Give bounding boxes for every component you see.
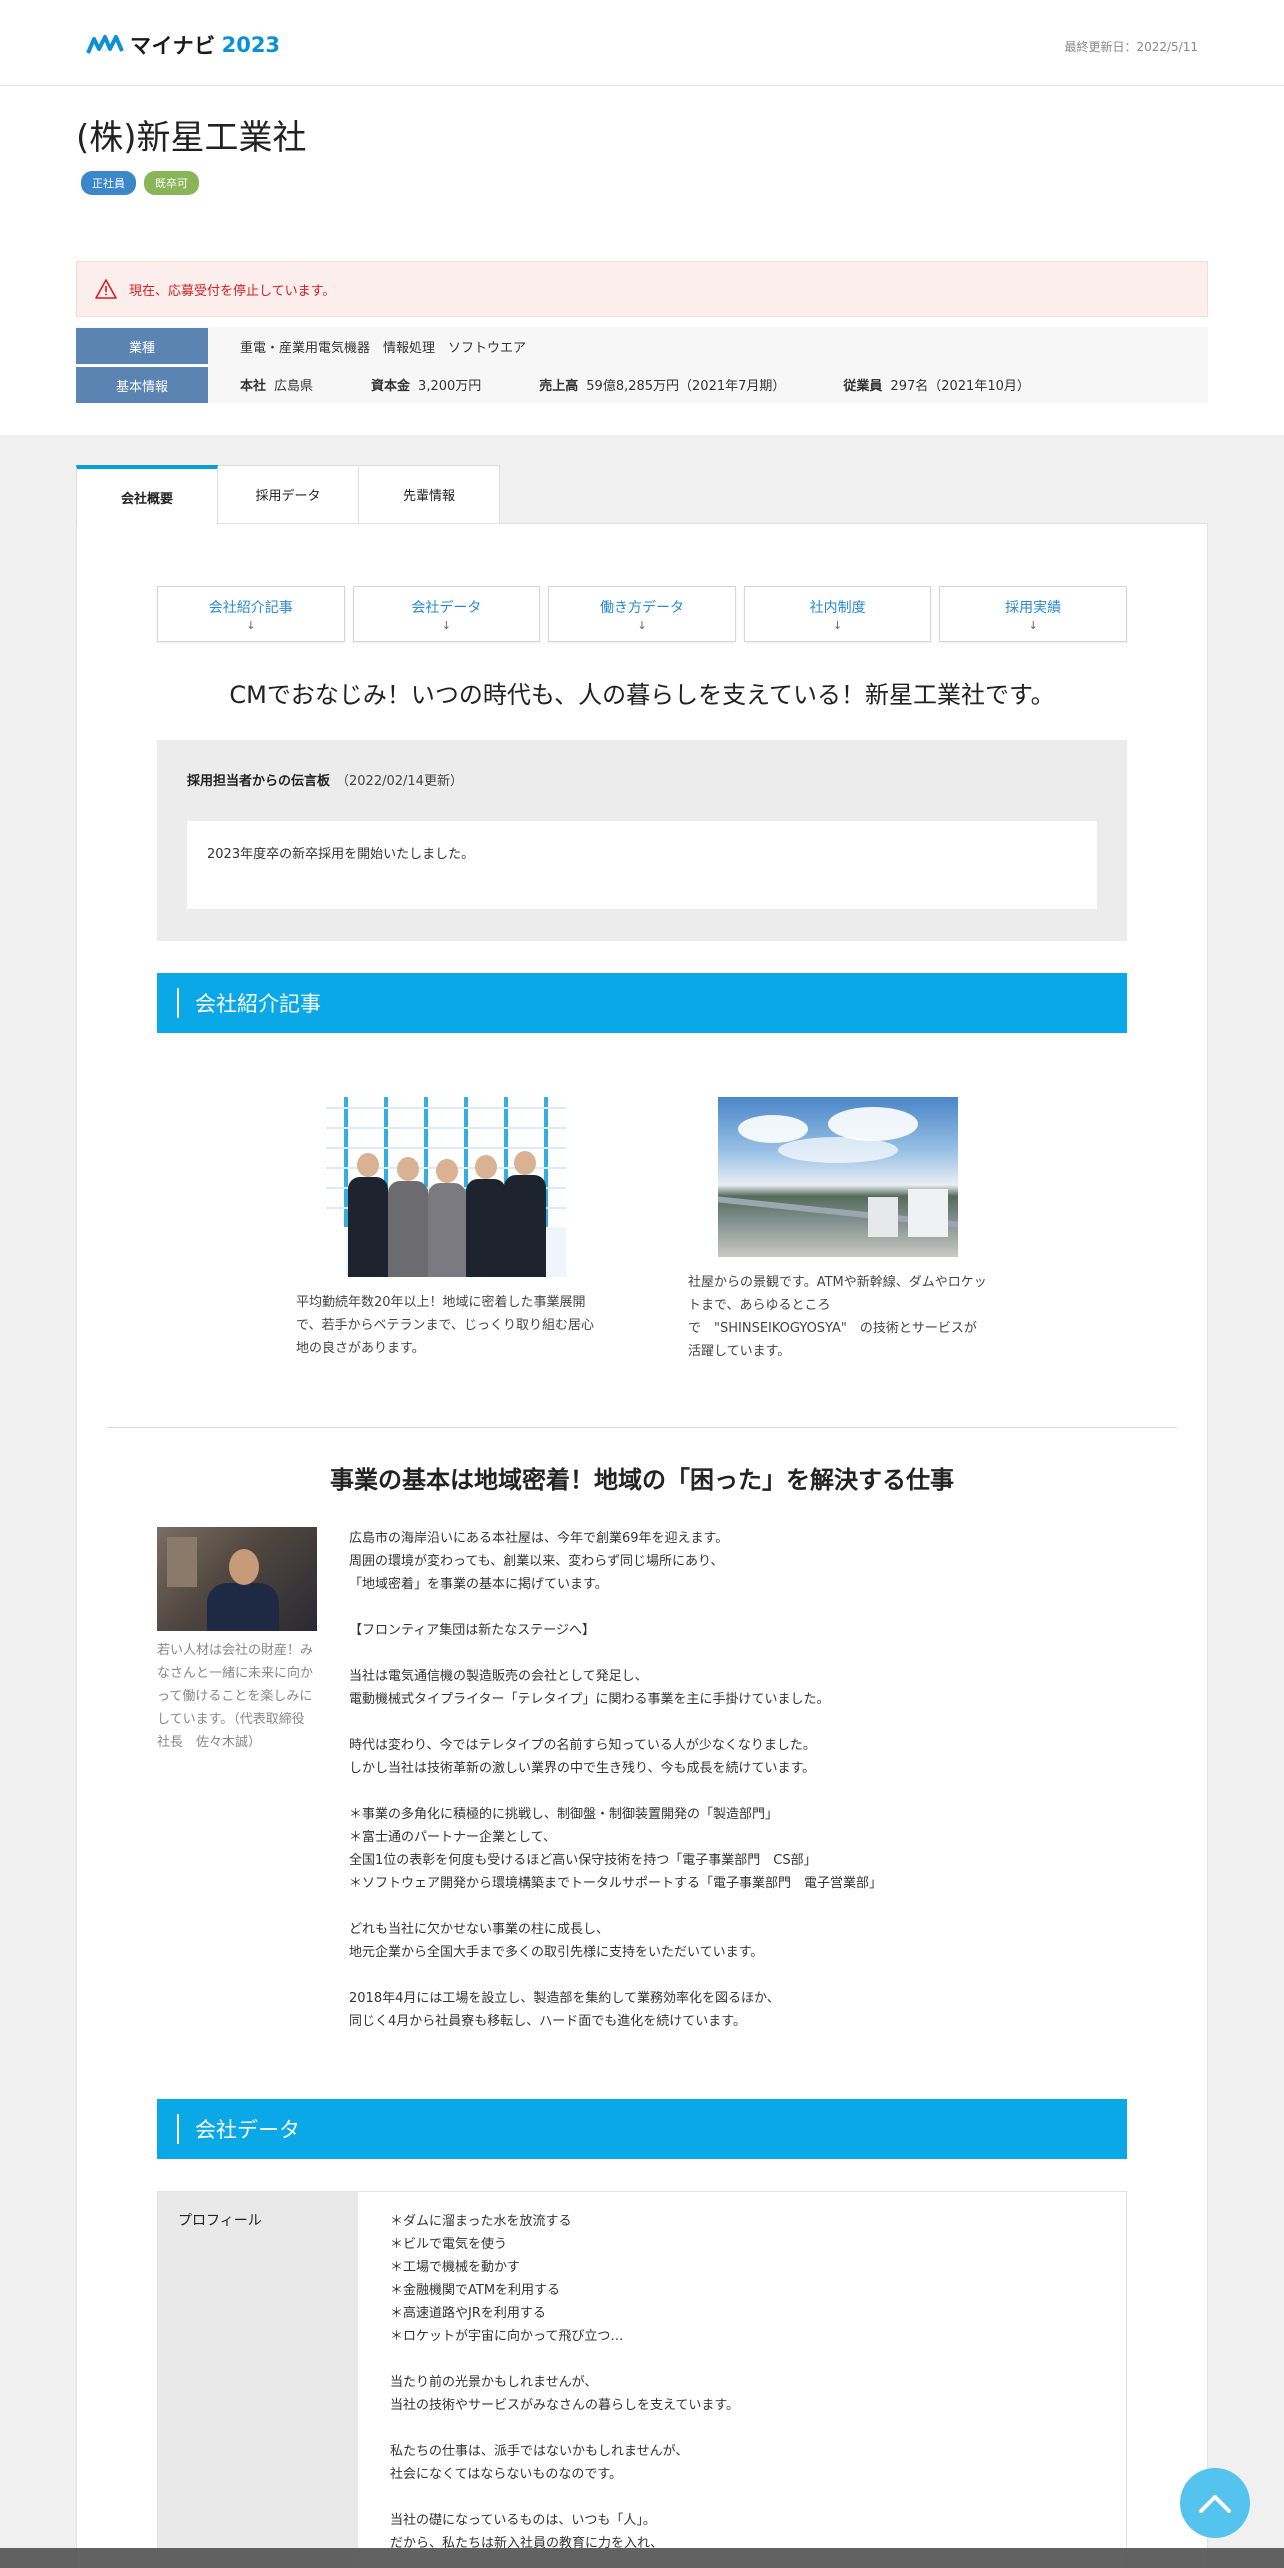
arrow-down-icon: ↓	[832, 618, 843, 632]
arrow-down-icon: ↓	[246, 618, 256, 632]
article-item: 社屋からの景観です。ATMや新幹線、ダムやロケットまで、あらゆるところで "SH…	[688, 1097, 988, 1363]
basic-info-value: 本社 広島県 資本金 3,200万円 売上高 59億8,285万円（2021年7月期）…	[208, 375, 1030, 394]
message-title: 採用担当者からの伝言板 （2022/02/14更新）	[187, 774, 463, 789]
overview-panel: 会社紹介記事 ↓ 会社データ ↓ 働き方データ ↓ 社内制度 ↓ 採用実績 ↓ CMでおな…	[76, 523, 1208, 2568]
anchor-company-articles[interactable]: 会社紹介記事 ↓	[157, 586, 345, 642]
message-body: 2023年度卒の新卒採用を開始いたしました。	[187, 821, 1097, 909]
business-text: 広島市の海岸沿いにある本社屋は、今年で創業69年を迎えます。 周囲の環境が変わっ…	[349, 1531, 883, 2029]
tag-fulltime: 正社員	[81, 171, 136, 195]
arrow-down-icon: ↓	[637, 618, 647, 632]
industry-label: 業種	[76, 328, 208, 364]
tab-senior-info[interactable]: 先輩情報	[358, 465, 500, 523]
tab-company-overview[interactable]: 会社概要	[76, 465, 218, 525]
mynavi-logo[interactable]: マイナビ 2023	[86, 30, 280, 60]
company-name: (株)新星工業社	[76, 118, 307, 158]
chevron-up-icon	[1199, 2495, 1231, 2513]
anchor-work-style-data[interactable]: 働き方データ ↓	[548, 586, 736, 642]
scroll-to-top-button[interactable]	[1180, 2468, 1250, 2538]
anchor-company-data[interactable]: 会社データ ↓	[352, 586, 541, 642]
logo-text: マイナビ	[130, 34, 216, 58]
office-view-photo	[718, 1097, 958, 1257]
site-header: マイナビ 2023 最終更新日：2022/5/11	[0, 0, 1284, 86]
main-content: 会社概要 採用データ 先輩情報 会社紹介記事 ↓ 会社データ ↓ 働き方データ ↓ 社…	[76, 465, 1208, 2568]
tag-graduates-ok: 既卒可	[144, 171, 199, 195]
article-caption: 平均勤続年数20年以上！地域に密着した事業展開で、若手からベテランまで、じっくり…	[296, 1295, 594, 1356]
tab-recruitment-data[interactable]: 採用データ	[217, 465, 359, 523]
section-divider	[107, 1427, 1177, 1428]
profile-text: ＊ダムに溜まった水を放流する ＊ビルで電気を使う ＊工場で機械を動かす ＊金融機…	[390, 2214, 740, 2551]
section-title: 会社紹介記事	[195, 992, 321, 1016]
warning-icon	[95, 279, 117, 299]
catchphrase: CMでおなじみ！いつの時代も、人の暮らしを支えている！新星工業社です。	[229, 681, 1055, 709]
company-info-table: 業種 重電・産業用電気機器 情報処理 ソフトウエア 基本情報 本社 広島県 資本金…	[76, 327, 1208, 403]
recruiter-message-board: 採用担当者からの伝言板 （2022/02/14更新） 2023年度卒の新卒採用を開…	[157, 740, 1127, 941]
basic-info-row: 基本情報 本社 広島県 資本金 3,200万円 売上高 59億8,285万円（2021…	[76, 365, 1208, 403]
company-header: (株)新星工業社 正社員 既卒可 現在、応募受付を停止しています。 業種 重電・…	[0, 86, 1284, 435]
hq-field: 本社 広島県	[240, 378, 314, 394]
arrow-down-icon: ↓	[441, 618, 451, 632]
section-header-articles: 会社紹介記事	[157, 973, 1127, 1033]
profile-row: プロフィール ＊ダムに溜まった水を放流する ＊ビルで電気を使う ＊工場で機械を動…	[157, 2191, 1127, 2568]
section-title: 会社データ	[195, 2118, 300, 2142]
article-caption: 社屋からの景観です。ATMや新幹線、ダムやロケットまで、あらゆるところで "SH…	[688, 1275, 987, 1359]
staff-group-photo	[326, 1097, 566, 1277]
alert-text: 現在、応募受付を停止しています。	[129, 283, 336, 299]
sales-field: 売上高 59億8,285万円（2021年7月期）	[539, 378, 786, 394]
business-heading: 事業の基本は地域密着！地域の「困った」を解決する仕事	[330, 1466, 954, 1494]
business-section: 若い人材は会社の財産！みなさんと一緒に未来に向かって働けることを楽しみにしていま…	[157, 1527, 1127, 2033]
article-list: 平均勤続年数20年以上！地域に密着した事業展開で、若手からベテランまで、じっくり…	[157, 1097, 1127, 1363]
section-header-company-data: 会社データ	[157, 2099, 1127, 2159]
profile-label: プロフィール	[158, 2192, 358, 2568]
anchor-hiring-results[interactable]: 採用実績 ↓	[939, 586, 1127, 642]
president-photo	[157, 1527, 317, 1631]
president-caption: 若い人材は会社の財産！みなさんと一緒に未来に向かって働けることを楽しみにしていま…	[157, 1643, 314, 1750]
tab-bar: 会社概要 採用データ 先輩情報	[76, 465, 1208, 525]
industry-value: 重電・産業用電気機器 情報処理 ソフトウエア	[240, 340, 527, 356]
arrow-down-icon: ↓	[1028, 618, 1038, 632]
message-date: （2022/02/14更新）	[336, 774, 463, 789]
capital-field: 資本金 3,200万円	[371, 378, 482, 394]
anchor-nav: 会社紹介記事 ↓ 会社データ ↓ 働き方データ ↓ 社内制度 ↓ 採用実績 ↓	[157, 586, 1127, 642]
last-updated: 最終更新日：2022/5/11	[1064, 40, 1198, 54]
article-item: 平均勤続年数20年以上！地域に密着した事業展開で、若手からベテランまで、じっくり…	[296, 1097, 596, 1363]
basic-info-label: 基本情報	[76, 365, 208, 403]
anchor-internal-systems[interactable]: 社内制度 ↓	[743, 586, 932, 642]
employees-field: 従業員 297名（2021年10月）	[843, 378, 1030, 394]
recruitment-closed-alert: 現在、応募受付を停止しています。	[76, 261, 1208, 317]
mynavi-logo-icon	[86, 35, 124, 54]
bottom-bar	[0, 2548, 1284, 2568]
industry-row: 業種 重電・産業用電気機器 情報処理 ソフトウエア	[76, 327, 1208, 365]
company-tags: 正社員 既卒可	[76, 171, 1208, 195]
logo-year: 2023	[221, 33, 281, 57]
